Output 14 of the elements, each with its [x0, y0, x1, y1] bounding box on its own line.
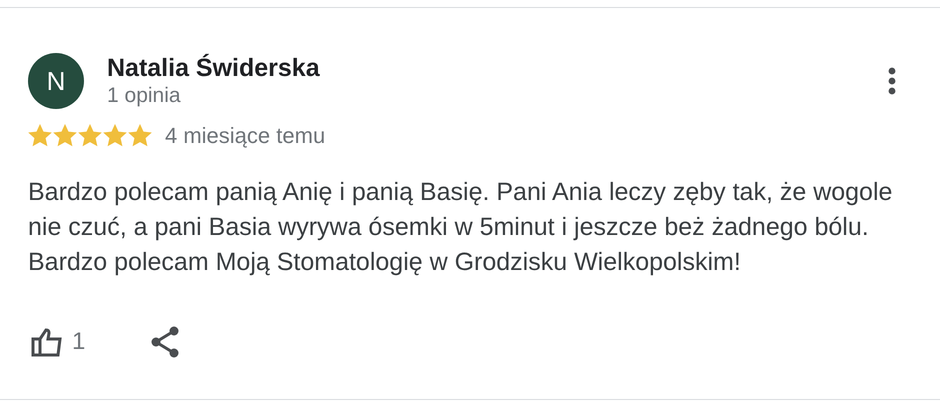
star-icon	[103, 124, 127, 147]
star-icon	[53, 124, 77, 147]
star-icon	[28, 124, 52, 147]
review-count: 1 opinia	[107, 83, 182, 109]
share-icon[interactable]	[150, 326, 180, 358]
avatar: N	[28, 53, 84, 109]
star-icon	[78, 124, 102, 147]
review-text: Bardzo polecam panią Anię i panią Basię. Pani Ania leczy zęby tak, że wogole nie czuć, a pani Basia wyrywa ósemki w 5minut i jeszcze beż żadnego bólu. Bardzo polecam Moją Stomatologię w Grodzisku Wielkopolskim!	[28, 177, 894, 278]
author-name[interactable]: Natalia Świderska	[107, 53, 320, 83]
more-options-icon[interactable]	[888, 67, 896, 95]
thumbs-up-icon[interactable]	[31, 327, 63, 357]
like-count: 1	[72, 327, 86, 357]
star-icon	[128, 124, 152, 147]
review-date: 4 miesiące temu	[165, 122, 326, 150]
